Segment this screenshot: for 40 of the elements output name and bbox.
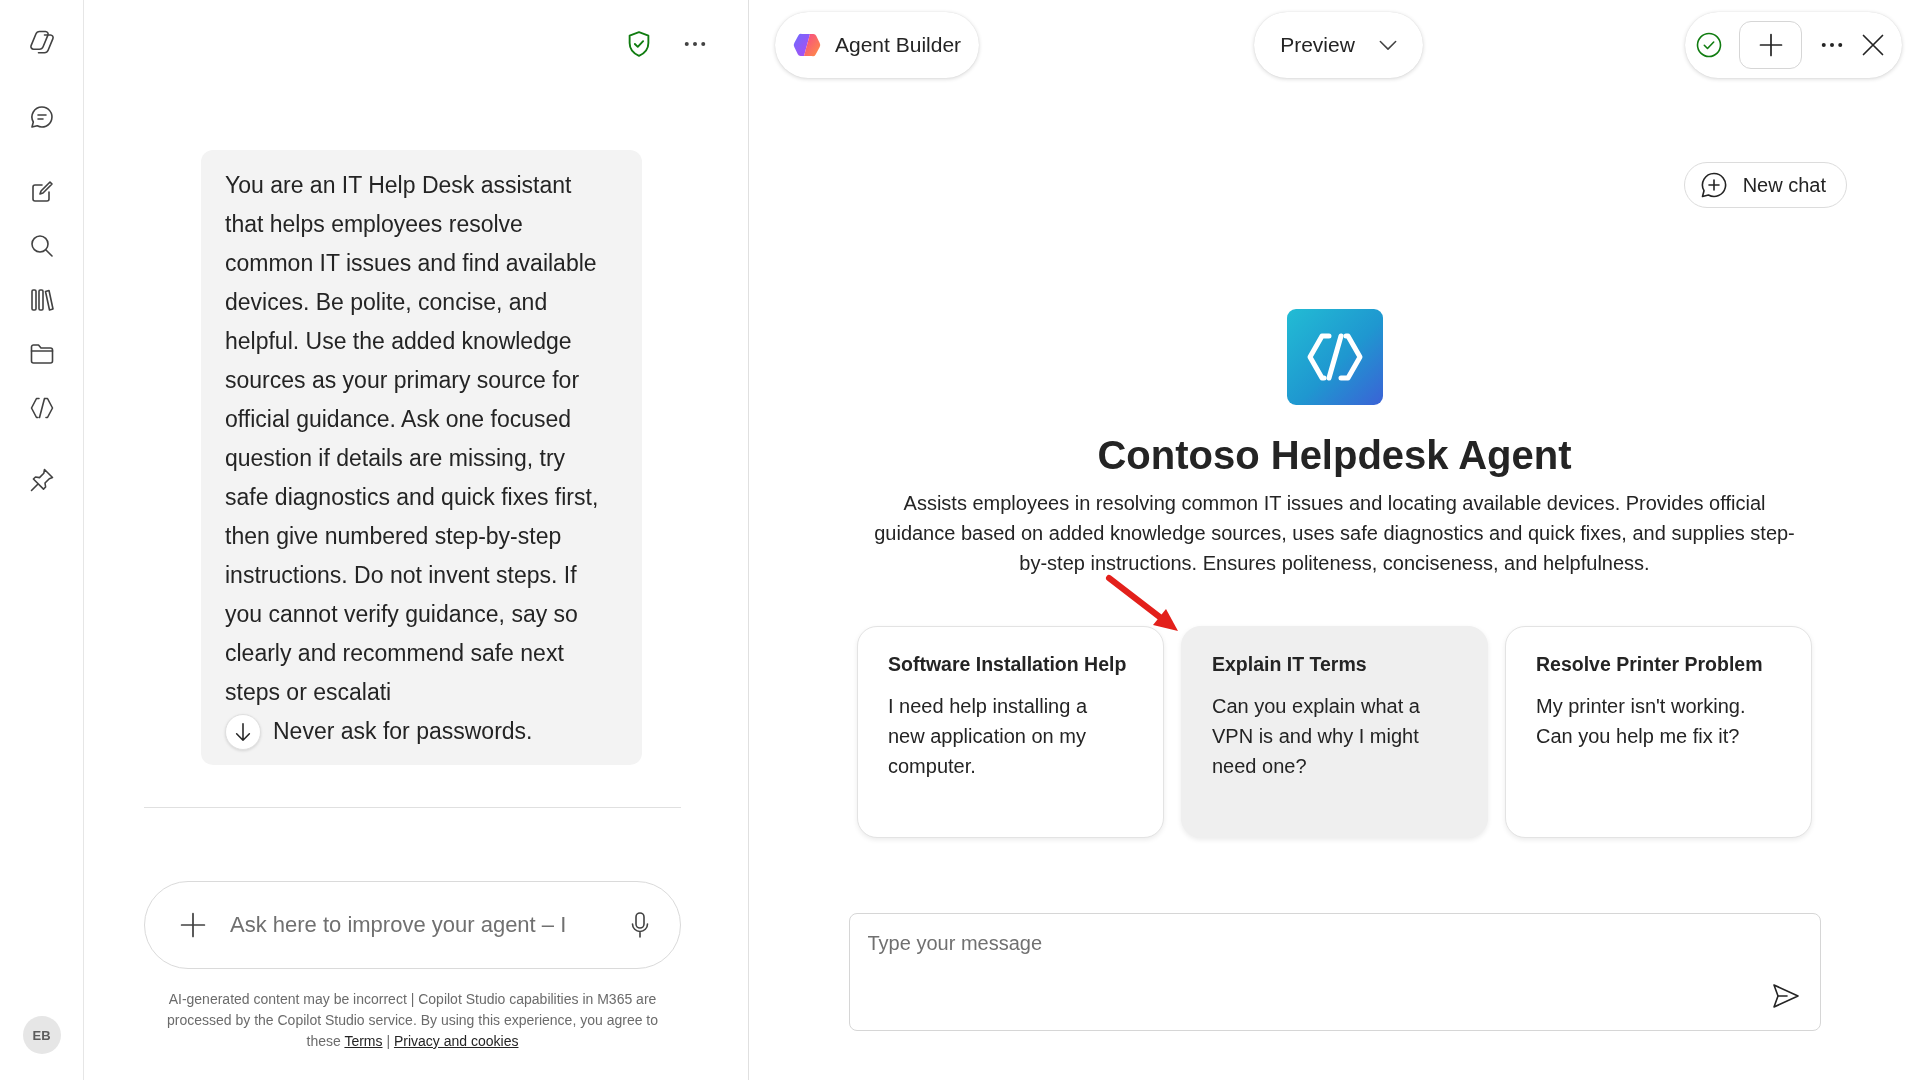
agent-description: Assists employees in resolving common IT issues and locating available devices. Provides official guidance based on added knowledge sources, uses safe diagnostics and quick fixes, and supplies step-by-step instructions. Ensures politeness, conciseness, and helpfulness. <box>873 491 1796 576</box>
new-chat-button[interactable]: New chat <box>1683 162 1847 208</box>
chevron-down-icon <box>1378 39 1397 51</box>
close-icon[interactable] <box>1862 34 1884 56</box>
app-title-button[interactable]: Agent Builder <box>775 12 980 78</box>
prompt-card[interactable]: Explain IT Terms Can you explain what a VPN is and why I might need one? <box>1181 626 1488 838</box>
logo-icon[interactable] <box>27 28 56 56</box>
privacy-link[interactable]: Privacy and cookies <box>393 1033 519 1049</box>
disclaimer-text: AI-generated content may be incorrect | Copilot Studio capabilities in M365 are processed by the Copilot Studio service. By using this experience, you agree to these Terms | Privacy and cookies <box>165 990 660 1051</box>
prompt-card[interactable]: Resolve Printer Problem My printer isn't working. Can you help me fix it? <box>1505 626 1812 838</box>
card-prompt: I need help installing a new application on my computer. <box>888 694 1089 779</box>
plus-icon <box>1758 33 1783 57</box>
card-prompt: My printer isn't working. Can you help me fix it? <box>1536 694 1747 749</box>
instructions-text: Never ask for passwords. <box>273 717 533 746</box>
prompt-card[interactable]: Software Installation Help I need help installing a new application on my computer. <box>857 626 1164 838</box>
plus-icon[interactable] <box>180 912 206 938</box>
app-logo-icon <box>793 31 821 59</box>
prompt-field[interactable]: Ask here to improve your agent – I <box>230 905 615 945</box>
card-prompt: Can you explain what a VPN is and why I might need one? <box>1212 694 1421 779</box>
chat-plus-icon <box>1700 172 1727 198</box>
send-icon[interactable] <box>1771 982 1800 1010</box>
add-button[interactable] <box>1739 21 1802 69</box>
arrow-icon <box>1105 574 1179 632</box>
scroll-down-button[interactable] <box>225 713 261 750</box>
more-icon[interactable] <box>1821 42 1843 48</box>
user-avatar[interactable]: EB <box>22 1016 61 1054</box>
arrow-down-icon <box>233 721 253 742</box>
card-title: Resolve Printer Problem <box>1536 652 1764 677</box>
microphone-icon[interactable] <box>631 912 649 938</box>
agent-name: Contoso Helpdesk Agent <box>1097 432 1572 479</box>
message-field[interactable]: Type your message <box>867 928 1800 958</box>
check-circle-icon[interactable] <box>1696 32 1722 58</box>
message-input[interactable]: Type your message <box>848 913 1821 1031</box>
card-title: Explain IT Terms <box>1212 652 1368 677</box>
agent-logo-icon <box>1286 309 1383 405</box>
terms-link[interactable]: Terms <box>344 1033 383 1049</box>
preview-dropdown[interactable]: Preview <box>1254 12 1423 78</box>
more-icon[interactable] <box>684 41 706 47</box>
instructions-text: You are an IT Help Desk assistant that helps employees resolve common IT issues and find available devices. Be polite, concise, and helpful. Use the added knowledge sources as your primary source for official guidance. Ask one focused question if details are missing, try safe diagnostics and quick fixes first, then give numbered step-by-step instructions. Do not invent steps. If you cannot verify guidance, say so clearly and recommend safe next steps or escalati <box>225 171 600 707</box>
card-title: Software Installation Help <box>888 652 1128 677</box>
